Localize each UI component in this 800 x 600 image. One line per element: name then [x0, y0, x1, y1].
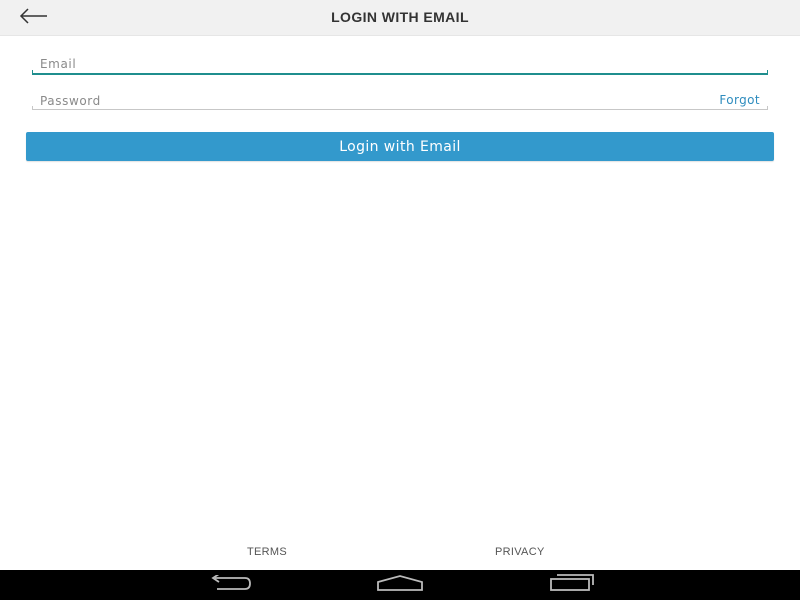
system-nav-bar [0, 570, 800, 600]
email-input[interactable] [32, 54, 768, 74]
password-input[interactable] [32, 91, 672, 111]
nav-recents-button[interactable] [544, 573, 600, 597]
nav-home-button[interactable] [372, 573, 428, 597]
terms-link[interactable]: TERMS [247, 546, 287, 558]
nav-recents-icon [549, 574, 595, 596]
login-screen: LOGIN WITH EMAIL Forgot Login with Email… [0, 0, 800, 600]
privacy-link[interactable]: PRIVACY [495, 546, 545, 558]
login-with-email-button[interactable]: Login with Email [26, 132, 774, 161]
nav-home-icon [376, 575, 424, 595]
app-bar: LOGIN WITH EMAIL [0, 0, 800, 36]
password-field-wrapper: Forgot [32, 90, 768, 112]
nav-back-icon [205, 573, 251, 595]
nav-back-button[interactable] [200, 573, 256, 597]
email-underline [32, 70, 768, 75]
forgot-password-link[interactable]: Forgot [719, 93, 760, 107]
email-field-wrapper [32, 53, 768, 75]
password-underline [32, 106, 768, 110]
page-title: LOGIN WITH EMAIL [331, 9, 469, 25]
